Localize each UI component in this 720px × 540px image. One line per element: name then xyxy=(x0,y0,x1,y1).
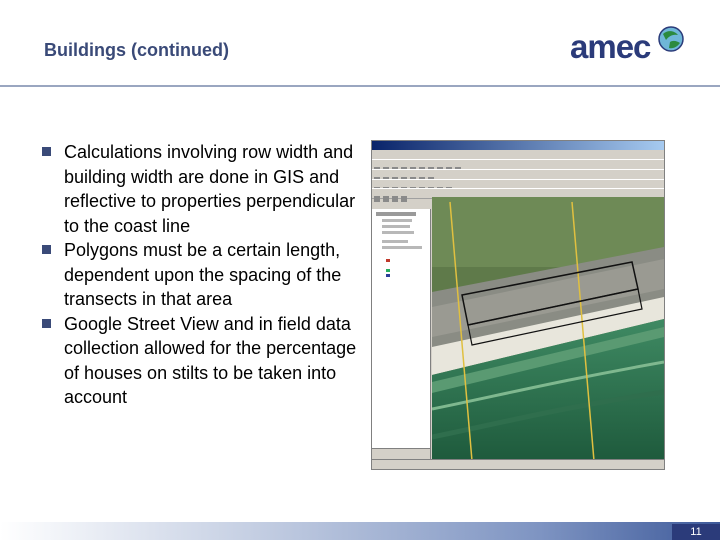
gis-screenshot-image xyxy=(371,140,665,470)
bullet-text: Calculations involving row width and bui… xyxy=(64,142,356,236)
bullet-text: Google Street View and in field data col… xyxy=(64,313,357,408)
logo-text: amec xyxy=(570,28,651,65)
bullet-item: Polygons must be a certain length, depen… xyxy=(40,238,360,312)
page-number: 11 xyxy=(672,524,720,540)
square-bullet-icon xyxy=(42,147,51,156)
app-statusbar xyxy=(372,459,664,469)
amec-logo: amec xyxy=(568,22,688,70)
bullet-item: Calculations involving row width and bui… xyxy=(40,140,360,238)
toc-tabs xyxy=(372,448,430,459)
app-titlebar xyxy=(372,141,664,150)
aerial-map-image xyxy=(432,197,664,461)
slide-title: Buildings (continued) xyxy=(44,40,229,60)
globe-icon xyxy=(658,26,684,52)
footer-bar xyxy=(0,522,720,540)
app-menubar xyxy=(372,150,664,158)
bullet-item: Google Street View and in field data col… xyxy=(40,312,360,410)
table-of-contents-panel xyxy=(372,209,431,459)
square-bullet-icon xyxy=(42,318,51,328)
bullet-list: Calculations involving row width and bui… xyxy=(40,140,360,410)
bullet-text: Polygons must be a certain length, depen… xyxy=(64,240,342,309)
header-divider xyxy=(0,85,720,87)
square-bullet-icon xyxy=(42,245,51,254)
